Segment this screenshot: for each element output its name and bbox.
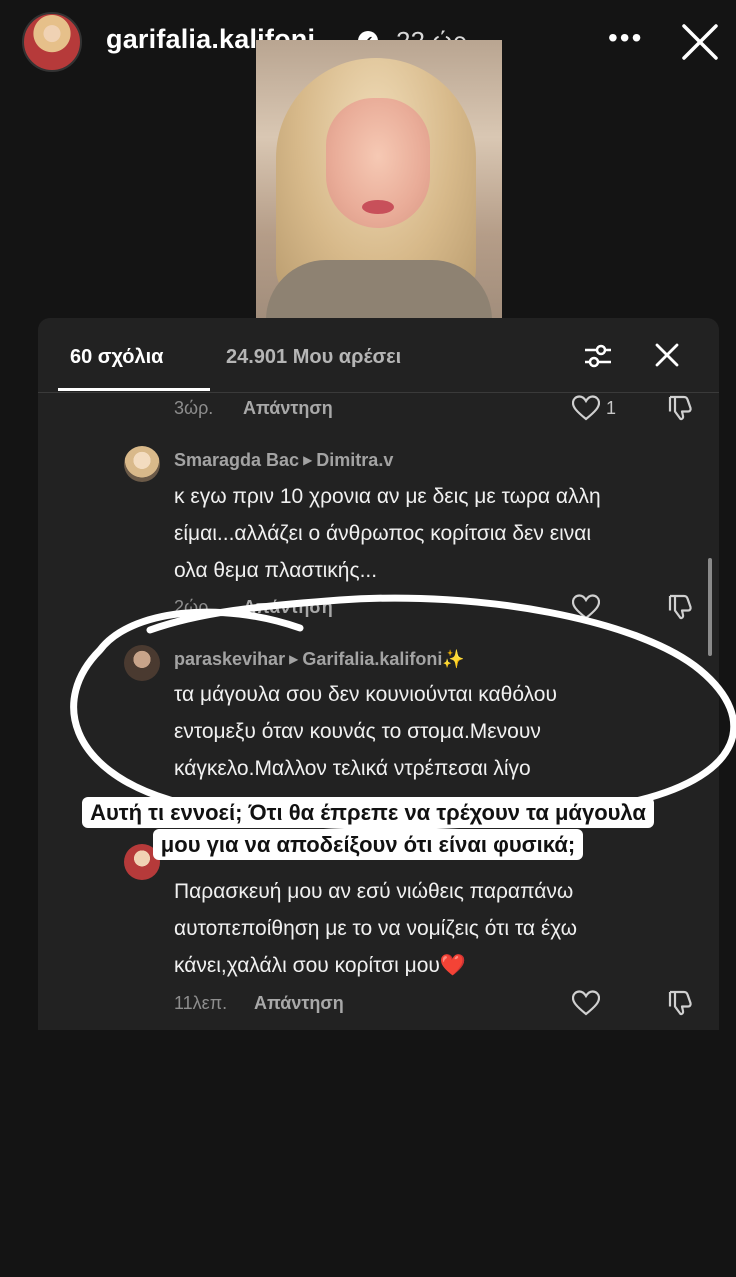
comment-author[interactable]: Smaragda Bac ▶ Dimitra.v (174, 450, 393, 471)
comment-line: είμαι...αλλάζει ο άνθρωπος κορίτσια δεν … (174, 522, 592, 545)
heart-icon[interactable] (572, 990, 600, 1016)
reply-button[interactable]: Απάντηση (243, 398, 333, 419)
reply-to-name[interactable]: Dimitra.v (316, 450, 393, 470)
dislike-icon[interactable] (666, 989, 694, 1017)
commenter-avatar[interactable] (124, 446, 160, 482)
comment-time: 11λεπ. (174, 993, 228, 1013)
comment-line: ολα θεμα πλαστικής... (174, 559, 378, 582)
comments-panel-header: 60 σχόλια 24.901 Μου αρέσει (38, 318, 719, 393)
reply-to-name[interactable]: Garifalia.kalifoni✨ (302, 649, 464, 669)
commenter-avatar[interactable] (124, 645, 160, 681)
caption-line-1: Αυτή τι εννοεί; Ότι θα έπρεπε να τρέχουν… (82, 797, 654, 828)
comments-panel: 60 σχόλια 24.901 Μου αρέσει 3ώρ. Απάντησ… (38, 318, 719, 1030)
comment-time: 2ώρ. (174, 597, 214, 617)
active-tab-indicator (58, 388, 210, 391)
story-video[interactable] (256, 40, 502, 318)
video-mouth-shape (362, 200, 394, 214)
story-caption: μου για να αποδείξουν ότι είναι φυσικά; (0, 828, 736, 862)
reply-button[interactable]: Απάντηση (254, 993, 344, 1014)
comment-line: τα μάγουλα σου δεν κουνιούνται καθόλου (174, 683, 557, 706)
comment-text: Παρασκευή μου αν εσύ νιώθεις παραπάνω αυ… (174, 873, 674, 984)
comment-text: κ εγω πριν 10 χρονια αν με δεις με τωρα … (174, 478, 674, 589)
heart-icon[interactable] (572, 594, 600, 620)
author-name[interactable]: paraskevihar (174, 649, 285, 669)
comment-line: Παρασκευή μου αν εσύ νιώθεις παραπάνω (174, 880, 574, 903)
reply-arrow-icon: ▶ (289, 652, 299, 666)
comment-text: τα μάγουλα σου δεν κουνιούνται καθόλου ε… (174, 676, 674, 787)
comment-line: αυτοπεποίθηση με το να νομίζεις ότι τα έ… (174, 917, 578, 940)
close-comments-icon[interactable] (652, 340, 682, 370)
video-torso-shape (266, 260, 492, 318)
reply-arrow-icon: ▶ (303, 453, 313, 467)
profile-avatar[interactable] (22, 12, 82, 72)
comment-time: 3ώρ. (174, 398, 214, 418)
tab-likes[interactable]: 24.901 Μου αρέσει (226, 346, 401, 369)
comment-author[interactable]: paraskevihar ▶ Garifalia.kalifoni✨ (174, 649, 465, 670)
reply-button[interactable]: Απάντηση (243, 597, 333, 618)
comment-line: κάνει,χαλάλι σου κορίτσι μου❤️ (174, 954, 467, 977)
tab-comments[interactable]: 60 σχόλια (70, 346, 163, 369)
comment-line: εντομεξυ όταν κουνάς το στομα.Μενουν (174, 720, 541, 743)
story-caption: Αυτή τι εννοεί; Ότι θα έπρεπε να τρέχουν… (0, 796, 736, 830)
comment-line: κ εγω πριν 10 χρονια αν με δεις με τωρα … (174, 485, 601, 508)
comment-line: κάγκελο.Μαλλον τελικά ντρέπεσαι λίγο (174, 757, 531, 780)
more-dots-icon[interactable]: ••• (608, 22, 643, 54)
like-count: 1 (606, 398, 617, 418)
close-icon[interactable] (680, 22, 720, 62)
dislike-icon[interactable] (666, 593, 694, 621)
heart-icon[interactable] (572, 395, 600, 421)
scrollbar[interactable] (708, 558, 712, 656)
caption-line-2: μου για να αποδείξουν ότι είναι φυσικά; (152, 829, 584, 860)
dislike-icon[interactable] (666, 394, 694, 422)
filter-sliders-icon[interactable] (582, 340, 614, 372)
author-name[interactable]: Smaragda Bac (174, 450, 299, 470)
